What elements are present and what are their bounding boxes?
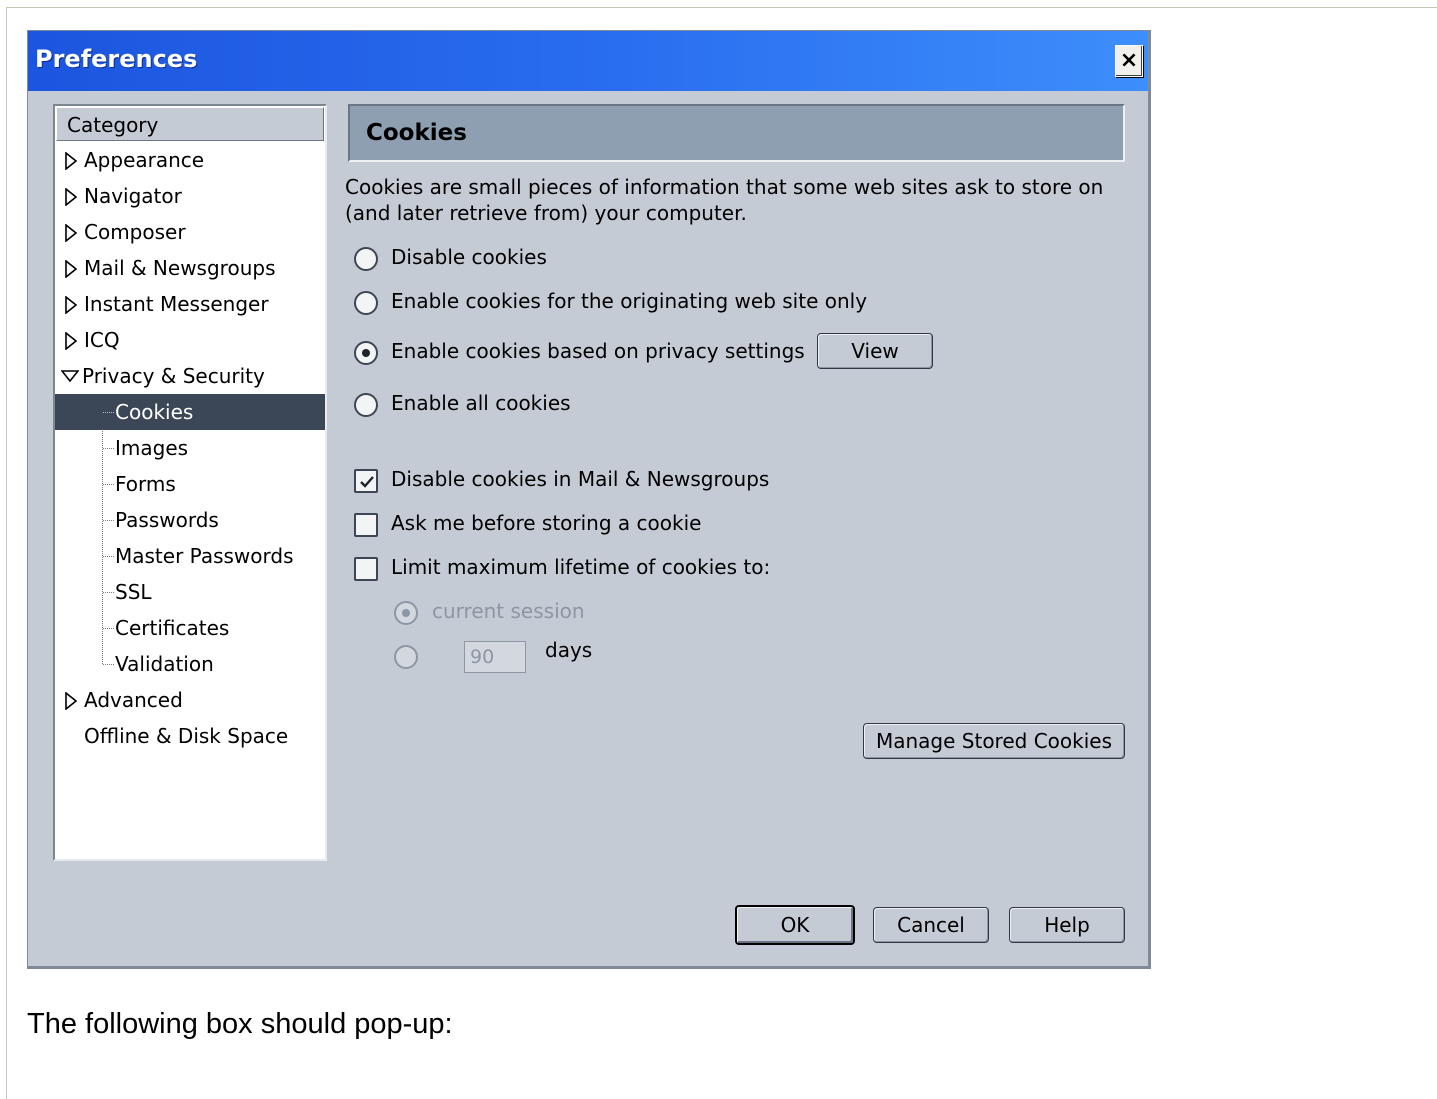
ok-button[interactable]: OK	[735, 905, 855, 945]
tree-item-composer[interactable]: Composer	[55, 214, 325, 250]
tree-item-label: Composer	[84, 220, 186, 244]
tree-branch	[103, 592, 114, 593]
tree-item-ssl[interactable]: SSL	[55, 574, 325, 610]
radio-button[interactable]	[354, 247, 378, 271]
category-tree[interactable]: Category Appearance Navigator Composer M…	[53, 104, 327, 861]
tree-item-label: Cookies	[115, 400, 194, 424]
tree-item-label: Passwords	[115, 508, 219, 532]
preferences-dialog: Preferences × Category Appearance Naviga…	[27, 30, 1151, 969]
checkbox[interactable]	[354, 469, 378, 493]
collapsed-arrow-icon[interactable]	[65, 152, 77, 170]
tree-item-instant-messenger[interactable]: Instant Messenger	[55, 286, 325, 322]
tree-item-images[interactable]: Images	[55, 430, 325, 466]
checkbox-label: Limit maximum lifetime of cookies to:	[391, 555, 771, 579]
tree-branch	[103, 484, 114, 485]
close-button[interactable]: ×	[1115, 45, 1143, 77]
tree-item-label: Master Passwords	[115, 544, 294, 568]
tree-item-label: Privacy & Security	[82, 364, 265, 388]
tree-item-forms[interactable]: Forms	[55, 466, 325, 502]
tree-branch	[103, 556, 114, 557]
collapsed-arrow-icon[interactable]	[65, 332, 77, 350]
collapsed-arrow-icon[interactable]	[65, 224, 77, 242]
tree-item-appearance[interactable]: Appearance	[55, 142, 325, 178]
title-bar[interactable]: Preferences ×	[28, 31, 1148, 91]
tree-branch	[103, 412, 114, 413]
tree-item-passwords[interactable]: Passwords	[55, 502, 325, 538]
radio-label: Enable all cookies	[391, 391, 571, 415]
tree-branch	[103, 628, 114, 629]
tree-item-label: Offline & Disk Space	[84, 724, 289, 748]
checkbox-label: Ask me before storing a cookie	[391, 511, 702, 535]
radio-label: Enable cookies based on privacy settings	[391, 339, 805, 363]
tree-item-advanced[interactable]: Advanced	[55, 682, 325, 718]
radio-label: current session	[432, 599, 585, 623]
manage-stored-cookies-button[interactable]: Manage Stored Cookies	[863, 723, 1125, 759]
panel-title: Cookies	[348, 104, 1125, 162]
tree-item-label: SSL	[115, 580, 152, 604]
tree-item-privacy-security[interactable]: Privacy & Security	[55, 358, 325, 394]
help-button-label: Help	[1044, 913, 1090, 937]
checkbox[interactable]	[354, 557, 378, 581]
tree-item-label: Appearance	[84, 148, 205, 172]
ok-button-label: OK	[780, 913, 810, 937]
checkbox[interactable]	[354, 513, 378, 537]
radio-button[interactable]	[394, 645, 418, 669]
checkmark-icon	[360, 476, 374, 488]
tree-item-label: Images	[115, 436, 189, 460]
radio-label: Enable cookies for the originating web s…	[391, 289, 868, 313]
tree-item-icq[interactable]: ICQ	[55, 322, 325, 358]
tree-item-label: Advanced	[84, 688, 183, 712]
checkbox-label: Disable cookies in Mail & Newsgroups	[391, 467, 770, 491]
tree-item-certificates[interactable]: Certificates	[55, 610, 325, 646]
category-header[interactable]: Category	[56, 107, 324, 141]
tree-branch	[103, 520, 114, 521]
radio-button[interactable]	[394, 601, 418, 625]
tree-branch	[103, 664, 114, 665]
dialog-title: Preferences	[35, 45, 198, 73]
caption-text: The following box should pop-up:	[27, 1008, 453, 1040]
tree-item-navigator[interactable]: Navigator	[55, 178, 325, 214]
tree-item-mail-newsgroups[interactable]: Mail & Newsgroups	[55, 250, 325, 286]
tree-item-offline-disk-space[interactable]: Offline & Disk Space	[55, 718, 325, 754]
help-button[interactable]: Help	[1009, 907, 1125, 943]
radio-label: Disable cookies	[391, 245, 547, 269]
tree-item-label: Instant Messenger	[84, 292, 269, 316]
collapsed-arrow-icon[interactable]	[65, 260, 77, 278]
tree-item-master-passwords[interactable]: Master Passwords	[55, 538, 325, 574]
collapsed-arrow-icon[interactable]	[65, 188, 77, 206]
tree-item-cookies[interactable]: Cookies	[55, 394, 325, 430]
cancel-button-label: Cancel	[897, 913, 965, 937]
tree-item-label: ICQ	[84, 328, 120, 352]
collapsed-arrow-icon[interactable]	[65, 692, 77, 710]
view-button-label: View	[851, 339, 899, 363]
tree-item-label: Forms	[115, 472, 176, 496]
radio-button[interactable]	[354, 291, 378, 315]
cookies-description: Cookies are small pieces of information …	[345, 175, 1104, 225]
radio-button[interactable]	[354, 341, 378, 365]
manage-button-label: Manage Stored Cookies	[875, 729, 1112, 753]
tree-item-label: Navigator	[84, 184, 182, 208]
days-label: days	[545, 638, 593, 662]
close-icon: ×	[1119, 48, 1139, 73]
tree-branch	[103, 448, 114, 449]
expanded-arrow-icon[interactable]	[61, 370, 79, 382]
days-input[interactable]: 90	[464, 641, 526, 673]
view-button[interactable]: View	[817, 333, 933, 369]
tree-item-label: Mail & Newsgroups	[84, 256, 276, 280]
tree-item-validation[interactable]: Validation	[55, 646, 325, 682]
tree-item-label: Certificates	[115, 616, 230, 640]
cancel-button[interactable]: Cancel	[873, 907, 989, 943]
radio-button[interactable]	[354, 393, 378, 417]
tree-item-label: Validation	[115, 652, 214, 676]
collapsed-arrow-icon[interactable]	[65, 296, 77, 314]
